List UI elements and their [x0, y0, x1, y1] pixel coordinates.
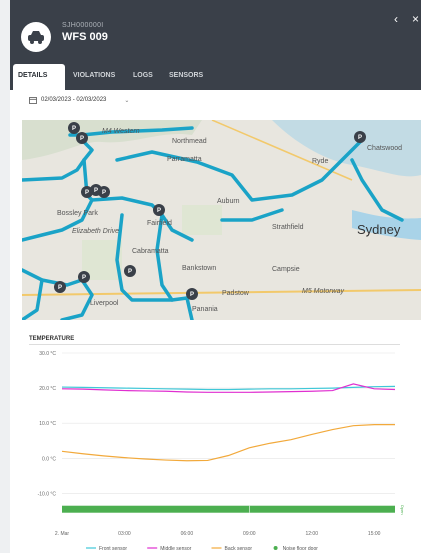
map-label-liverpool: Liverpool [90, 300, 119, 307]
x-tick-label: 12:00 [305, 531, 318, 537]
band-label: Open [400, 505, 405, 515]
map-label-padstow: Padstow [222, 290, 249, 297]
vehicle-detail-panel: SJH000000I WFS 009 ‹ × DETAILS VIOLATION… [10, 0, 421, 553]
route-map[interactable]: PPP PPP PPP PP Northmead Parramatta Aubu… [22, 120, 421, 320]
svg-text:P: P [102, 190, 106, 196]
map-road-elizabeth: Elizabeth Drive [72, 228, 120, 235]
series-band [62, 505, 395, 513]
map-label-bossley-park: Bossley Park [57, 210, 98, 217]
svg-text:P: P [80, 136, 84, 142]
tab-logs[interactable]: LOGS [128, 64, 162, 90]
y-tick-label: -10.0 °C [38, 491, 57, 497]
map-label-northmead: Northmead [172, 138, 207, 145]
svg-text:P: P [82, 275, 86, 281]
tab-violations[interactable]: VIOLATIONS [68, 64, 126, 90]
tab-bar: DETAILS VIOLATIONS LOGS SENSORS [10, 64, 421, 90]
svg-text:P: P [72, 126, 76, 132]
legend-label: Back sensor [225, 546, 253, 552]
svg-text:P: P [358, 135, 362, 141]
map-label-panania: Panania [192, 306, 218, 313]
map-label-parramatta: Parramatta [167, 156, 202, 163]
legend-marker [273, 546, 278, 550]
map-label-fairfield: Fairfield [147, 220, 172, 227]
legend-label: Noise floor door [283, 546, 319, 552]
map-label-campsie: Campsie [272, 266, 300, 273]
y-tick-label: 30.0 °C [39, 351, 56, 357]
legend-label: Middle sensor [160, 546, 191, 552]
tab-sensors[interactable]: SENSORS [164, 64, 212, 90]
date-range-picker[interactable]: 02/03/2023 - 02/03/2023 ⌄ [29, 92, 169, 108]
x-tick-label: 03:00 [118, 531, 131, 537]
map-label-auburn: Auburn [217, 198, 240, 205]
vehicle-name: WFS 009 [62, 31, 108, 43]
series-line [61, 424, 395, 462]
y-tick-label: 10.0 °C [39, 421, 56, 427]
svg-text:P: P [157, 208, 161, 214]
legend-label: Front sensor [99, 546, 127, 552]
svg-text:P: P [190, 292, 194, 298]
x-tick-label: 09:00 [243, 531, 256, 537]
x-tick-label: 15:00 [368, 531, 381, 537]
tab-details[interactable]: DETAILS [13, 64, 65, 90]
car-icon [28, 31, 44, 44]
details-content: 02/03/2023 - 02/03/2023 ⌄ P P P P P P P … [10, 90, 421, 553]
map-label-sydney: Sydney [357, 222, 401, 237]
map-label-ryde: Ryde [312, 158, 329, 165]
svg-text:P: P [58, 285, 62, 291]
temperature-chart: 30.0 °C 20.0 °C 10.0 °C 0.0 °C -10.0 °C 2. Ma… [38, 351, 405, 552]
close-icon[interactable]: × [412, 12, 419, 26]
vehicle-id: SJH000000I [62, 22, 104, 29]
y-tick-label: 20.0 °C [39, 386, 56, 392]
map-label-bankstown: Bankstown [182, 265, 217, 272]
svg-text:P: P [85, 190, 89, 196]
map-label-cabramatta: Cabramatta [132, 248, 169, 255]
map-label-strathfield: Strathfield [272, 224, 304, 231]
chart-title: TEMPERATURE [29, 336, 75, 342]
back-icon[interactable]: ‹ [394, 12, 398, 26]
y-tick-label: 0.0 °C [42, 456, 56, 462]
calendar-icon [29, 97, 37, 104]
map-road-m4: M4 Western [102, 128, 140, 135]
date-range-value: 02/03/2023 - 02/03/2023 [41, 97, 107, 103]
map-label-chatswood: Chatswood [367, 145, 403, 152]
x-tick-label: 06:00 [181, 531, 194, 537]
chevron-down-icon: ⌄ [124, 97, 130, 104]
vehicle-avatar [21, 22, 51, 52]
svg-text:P: P [94, 188, 98, 194]
x-tick-label: 2. Mar [55, 531, 70, 537]
map-road-m5: M5 Motorway [302, 288, 345, 295]
vehicle-header: SJH000000I WFS 009 ‹ × DETAILS VIOLATION… [10, 0, 421, 90]
svg-text:P: P [128, 269, 132, 275]
